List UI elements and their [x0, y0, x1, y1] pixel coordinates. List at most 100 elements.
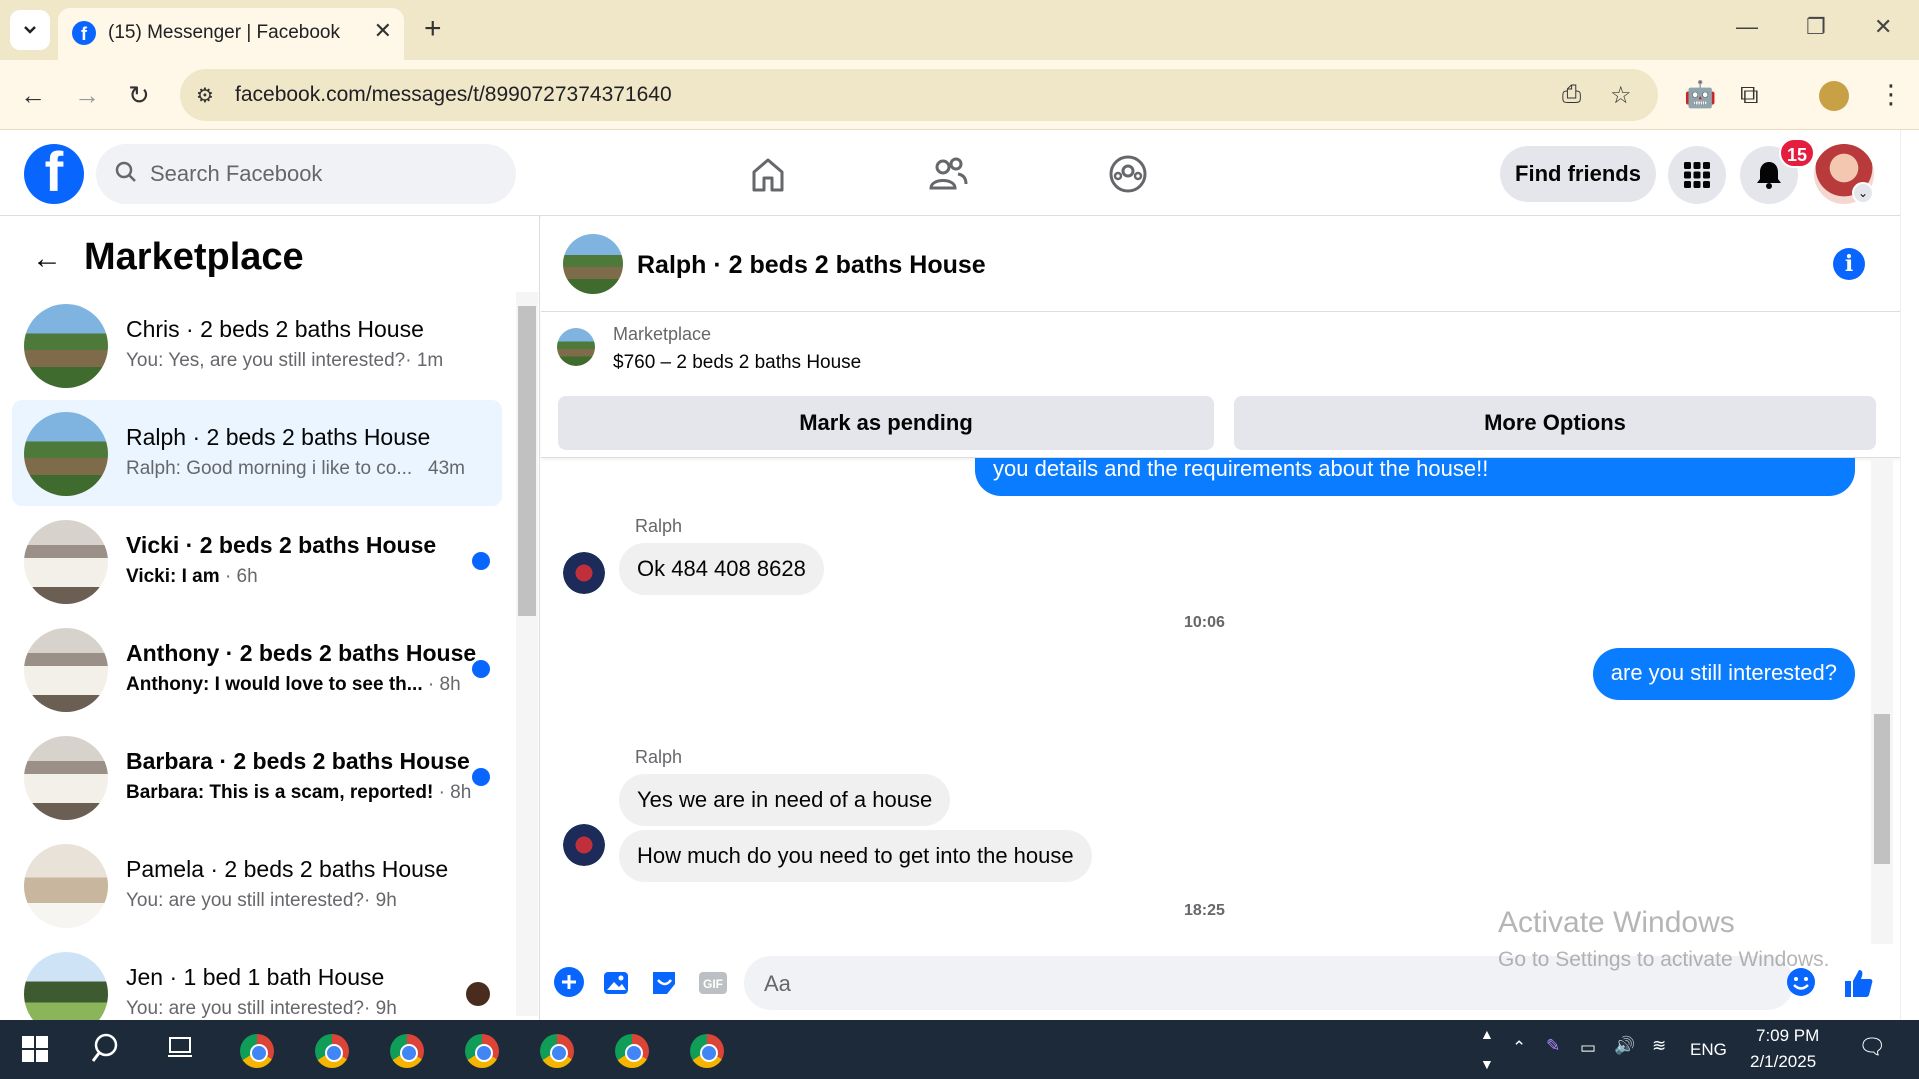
read-receipt-avatar [466, 982, 490, 1006]
address-bar[interactable]: ⚙ facebook.com/messages/t/89907273743716… [180, 69, 1658, 121]
conversation-item[interactable]: Anthony · 2 beds 2 baths House Anthony: … [12, 616, 502, 722]
listing-price-title[interactable]: $760 – 2 beds 2 baths House [613, 352, 861, 374]
menu-grid-button[interactable] [1668, 146, 1726, 204]
battery-icon[interactable]: ▭ [1580, 1038, 1596, 1058]
clock-date[interactable]: 2/1/2025 [1750, 1052, 1816, 1072]
message-timestamp: 18:25 [1184, 902, 1225, 919]
conversation-item[interactable]: Barbara · 2 beds 2 baths House Barbara: … [12, 724, 502, 830]
close-window-button[interactable]: ✕ [1874, 14, 1892, 40]
gif-icon[interactable]: GIF [697, 966, 729, 998]
scrollbar-thumb[interactable] [518, 306, 536, 616]
search-icon [114, 160, 138, 190]
conversation-item[interactable]: Jen · 1 bed 1 bath House You: are you st… [12, 940, 502, 1020]
listing-thumbnail[interactable] [557, 328, 595, 366]
conversation-item[interactable]: Pamela · 2 beds 2 baths House You: are y… [12, 832, 502, 938]
incoming-message[interactable]: Yes we are in need of a house [619, 774, 951, 826]
chrome-taskbar-icon[interactable] [240, 1034, 274, 1068]
unread-dot [472, 660, 490, 678]
back-button[interactable]: ← [20, 80, 46, 111]
mark-as-pending-button[interactable]: Mark as pending [558, 396, 1214, 450]
chrome-taskbar-icon[interactable] [615, 1034, 649, 1068]
windows-start-icon[interactable] [22, 1036, 48, 1067]
conversation-preview: Vicki: I am · 6h [126, 566, 258, 587]
message-thread-scrollbar[interactable] [1871, 458, 1893, 944]
sender-avatar[interactable] [563, 552, 605, 594]
browser-tab-active[interactable]: f (15) Messenger | Facebook ✕ [58, 8, 404, 60]
browser-profile-icon[interactable] [1819, 81, 1849, 111]
task-view-icon[interactable] [166, 1032, 194, 1065]
listing-thumbnail [24, 736, 108, 820]
sender-avatar[interactable] [563, 824, 605, 866]
groups-icon[interactable] [1106, 152, 1150, 196]
tab-search-button[interactable] [10, 10, 50, 50]
chrome-taskbar-icon[interactable] [315, 1034, 349, 1068]
url-text[interactable]: facebook.com/messages/t/8990727374371640 [235, 83, 672, 107]
sticker-icon[interactable] [649, 966, 681, 998]
volume-icon[interactable]: 🔊 [1614, 1036, 1635, 1056]
conversation-name: Chris · 2 beds 2 baths House [126, 316, 424, 342]
bookmark-star-icon[interactable]: ☆ [1610, 81, 1632, 110]
listing-thumbnail [24, 628, 108, 712]
listing-thumbnail [24, 844, 108, 928]
more-options-button[interactable]: More Options [1234, 396, 1876, 450]
language-indicator[interactable]: ENG [1690, 1040, 1727, 1060]
friends-icon[interactable] [926, 152, 970, 196]
sender-name: Ralph [635, 516, 683, 536]
like-thumb-icon[interactable] [1841, 966, 1873, 998]
reload-button[interactable]: ↻ [128, 80, 150, 111]
chrome-taskbar-icon[interactable] [540, 1034, 574, 1068]
chrome-taskbar-icon[interactable] [465, 1034, 499, 1068]
search-icon[interactable] [91, 1032, 124, 1069]
minimize-button[interactable]: — [1736, 14, 1758, 40]
tray-scroll-down-icon[interactable]: ▼ [1480, 1056, 1494, 1072]
windows-taskbar: ▲ ▼ ⌃ ✎ ▭ 🔊 ≋ ENG 7:09 PM 2/1/2025 🗨 [0, 1020, 1919, 1079]
pen-icon[interactable]: ✎ [1546, 1036, 1560, 1056]
photo-icon[interactable] [601, 966, 633, 998]
account-chevron-icon[interactable]: ⌄ [1852, 182, 1874, 204]
facebook-logo-icon[interactable]: f [24, 144, 84, 204]
new-tab-button[interactable]: + [424, 12, 442, 46]
tab-close-icon[interactable]: ✕ [374, 18, 392, 44]
browser-menu-icon[interactable]: ⋮ [1878, 79, 1904, 110]
incoming-message[interactable]: How much do you need to get into the hou… [619, 830, 1092, 882]
incoming-message[interactable]: Ok 484 408 8628 [619, 543, 824, 595]
outgoing-message[interactable]: are you still interested? [1592, 648, 1855, 700]
back-arrow-icon[interactable]: ← [32, 242, 62, 276]
restore-button[interactable]: ❐ [1806, 14, 1826, 40]
conversation-item[interactable]: Vicki · 2 beds 2 baths House Vicki: I am… [12, 508, 502, 614]
conversation-item[interactable]: Chris · 2 beds 2 baths House You: Yes, a… [12, 292, 502, 398]
chat-title[interactable]: Ralph · 2 beds 2 baths House [637, 251, 986, 280]
bell-icon [1757, 162, 1781, 189]
listing-thumbnail [24, 952, 108, 1020]
plus-circle-icon[interactable] [553, 966, 585, 998]
conversation-preview: Ralph: Good morning i like to co... 43m [126, 458, 466, 479]
assistant-icon[interactable]: 🤖 [1684, 79, 1716, 110]
clock-time[interactable]: 7:09 PM [1756, 1026, 1819, 1046]
browser-toolbar: ← → ↻ ⚙ facebook.com/messages/t/89907273… [0, 60, 1919, 130]
chrome-taskbar-icon[interactable] [690, 1034, 724, 1068]
wifi-icon[interactable]: ≋ [1652, 1036, 1666, 1056]
conversation-preview: Anthony: I would love to see th... · 8h [126, 674, 461, 695]
chrome-taskbar-icon[interactable] [390, 1034, 424, 1068]
find-friends-button[interactable]: Find friends [1500, 146, 1656, 202]
tray-scroll-up-icon[interactable]: ▲ [1480, 1026, 1494, 1042]
browser-tab-bar: f (15) Messenger | Facebook ✕ + — ❐ ✕ [0, 0, 1919, 60]
facebook-search-input[interactable]: Search Facebook [96, 144, 516, 204]
page-scrollbar[interactable] [1900, 130, 1919, 1020]
notification-center-icon[interactable]: 🗨 [1858, 1034, 1886, 1060]
unread-dot [472, 552, 490, 570]
scrollbar-thumb[interactable] [1874, 714, 1890, 864]
install-app-icon[interactable]: ⎙ [1562, 81, 1581, 109]
info-icon[interactable]: i [1833, 248, 1865, 280]
conversation-preview: You: are you still interested?· 9h [126, 890, 397, 911]
tray-overflow-icon[interactable]: ⌃ [1512, 1038, 1526, 1058]
conversation-list-scrollbar[interactable] [516, 292, 538, 1016]
home-icon[interactable] [746, 152, 790, 196]
forward-button[interactable]: → [74, 80, 100, 111]
conversation-item-active[interactable]: Ralph · 2 beds 2 baths House Ralph: Good… [12, 400, 502, 506]
outgoing-message[interactable]: you details and the requirements about t… [975, 458, 1855, 496]
site-info-icon[interactable]: ⚙ [196, 83, 214, 108]
message-thread: you details and the requirements about t… [541, 458, 1871, 944]
extensions-icon[interactable]: ⧉ [1740, 79, 1759, 111]
chat-listing-thumbnail[interactable] [563, 234, 623, 294]
